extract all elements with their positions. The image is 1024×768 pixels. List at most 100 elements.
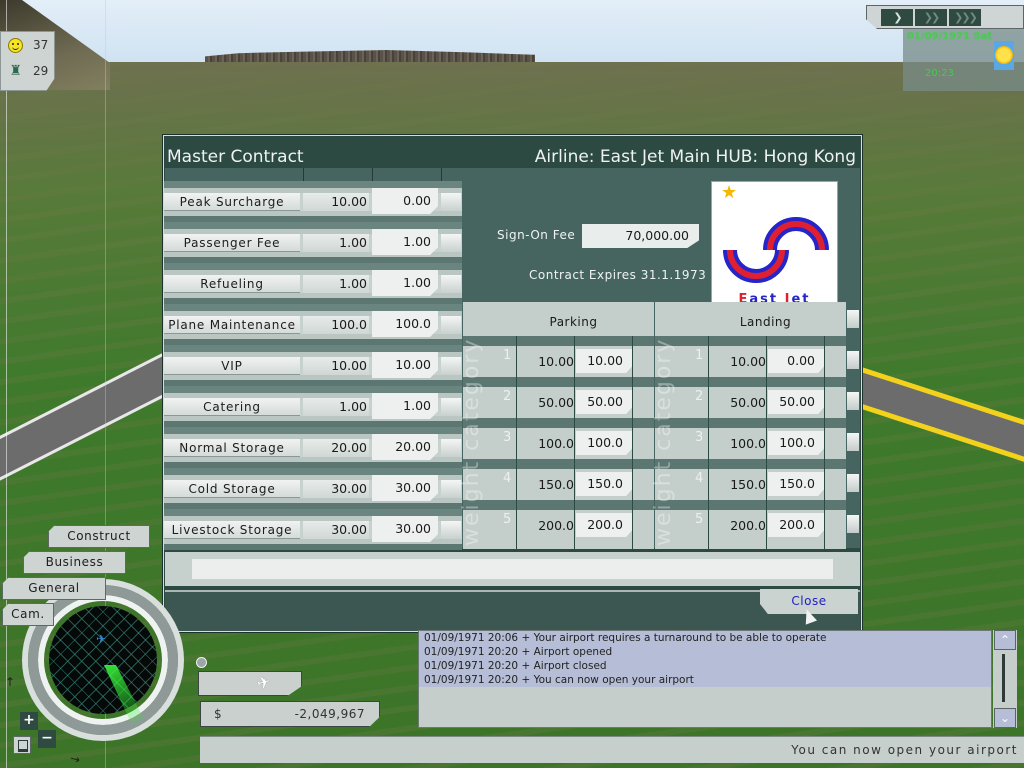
tab-business[interactable]: Business bbox=[23, 551, 126, 574]
message-bar bbox=[165, 552, 860, 586]
landing-rate-row: 3 100.0 100.0 bbox=[655, 418, 846, 459]
log-entry: 01/09/1971 20:20 + Airport opened bbox=[424, 646, 613, 658]
fee-label-button[interactable]: Peak Surcharge bbox=[164, 193, 300, 211]
fee-row: Refueling 1.00 1.00 bbox=[164, 263, 462, 304]
fee-adjust-button[interactable] bbox=[441, 521, 461, 539]
tab-general[interactable]: General bbox=[2, 577, 106, 600]
fee-label-button[interactable]: Plane Maintenance bbox=[164, 316, 300, 334]
airport-marker-icon: ✈ bbox=[96, 632, 107, 646]
scroll-up-button[interactable]: ⌃ bbox=[994, 630, 1016, 650]
landing-rate-row: 1 10.00 0.00 bbox=[655, 336, 846, 377]
weight-category-number: 3 bbox=[695, 430, 704, 445]
fee-adjust-button[interactable] bbox=[441, 398, 461, 416]
log-scrollbar[interactable]: ⌃ ⌄ bbox=[993, 630, 1017, 728]
landing-rate-input[interactable]: 150.0 bbox=[768, 472, 825, 496]
grid-line bbox=[6, 0, 7, 768]
fee-row: Normal Storage 20.00 20.00 bbox=[164, 427, 462, 468]
fee-input[interactable]: 30.00 bbox=[372, 475, 438, 501]
row-scroll-tab[interactable] bbox=[847, 351, 859, 369]
parking-rate-input[interactable]: 150.0 bbox=[576, 472, 633, 496]
weight-category-number: 1 bbox=[503, 348, 512, 363]
zoom-in-button[interactable]: + bbox=[20, 712, 38, 730]
sign-on-fee-label: Sign-On Fee bbox=[497, 228, 576, 242]
dialog-title: Master Contract bbox=[167, 147, 304, 167]
parking-default-value: 10.00 bbox=[538, 354, 574, 369]
parking-rate-input[interactable]: 50.00 bbox=[576, 390, 633, 414]
parking-rate-row: 5 200.0 200.0 bbox=[463, 500, 654, 541]
tower-value: 29 bbox=[33, 64, 49, 78]
fee-label-button[interactable]: Refueling bbox=[164, 275, 300, 293]
weight-category-number: 4 bbox=[503, 471, 512, 486]
landing-rate-input[interactable]: 0.00 bbox=[768, 349, 825, 373]
fee-adjust-button[interactable] bbox=[441, 439, 461, 457]
fee-input[interactable]: 30.00 bbox=[372, 516, 438, 542]
weight-category-number: 2 bbox=[503, 389, 512, 404]
game-date: 01/09/1971 Sat bbox=[907, 31, 993, 42]
scroll-down-button[interactable]: ⌄ bbox=[994, 708, 1016, 728]
tab-construct[interactable]: Construct bbox=[48, 525, 150, 548]
parking-default-value: 50.00 bbox=[538, 395, 574, 410]
tower-stat: ♜ 29 bbox=[1, 58, 54, 84]
speed-normal-button[interactable]: ❯ bbox=[881, 9, 913, 26]
fee-adjust-button[interactable] bbox=[441, 275, 461, 293]
sign-on-fee-input[interactable]: 70,000.00 bbox=[582, 224, 699, 248]
rotate-up-arrow-icon[interactable]: ↑ bbox=[5, 675, 15, 689]
zoom-out-button[interactable]: − bbox=[38, 730, 56, 748]
view-mode-button[interactable] bbox=[13, 736, 31, 754]
parking-rate-row: 1 10.00 10.00 bbox=[463, 336, 654, 377]
satisfaction-value: 37 bbox=[33, 38, 49, 52]
fee-adjust-button[interactable] bbox=[441, 480, 461, 498]
slider-knob[interactable] bbox=[196, 657, 207, 668]
fee-adjust-button[interactable] bbox=[441, 316, 461, 334]
row-scroll-tab[interactable] bbox=[847, 392, 859, 410]
log-entry: 01/09/1971 20:20 + You can now open your… bbox=[424, 674, 694, 686]
fee-row: Plane Maintenance 100.0 100.0 bbox=[164, 304, 462, 345]
fee-row: Catering 1.00 1.00 bbox=[164, 386, 462, 427]
row-scroll-tab[interactable] bbox=[847, 474, 859, 492]
fee-label-button[interactable]: VIP bbox=[164, 357, 300, 375]
airline-hub-header: Airline: East Jet Main HUB: Hong Kong bbox=[534, 147, 856, 167]
fee-label-button[interactable]: Livestock Storage bbox=[164, 521, 300, 539]
fee-adjust-button[interactable] bbox=[441, 234, 461, 252]
speed-fast-button[interactable]: ❯❯ bbox=[915, 9, 947, 26]
fee-default-value: 20.00 bbox=[303, 439, 369, 457]
weight-category-number: 4 bbox=[695, 471, 704, 486]
parking-rates-panel: Parking 1 10.00 10.00 2 50.00 50.00 3 100.0 100.… bbox=[459, 302, 654, 549]
fee-label-button[interactable]: Passenger Fee bbox=[164, 234, 300, 252]
clock-panel: 01/09/1971 Sat 20:23 bbox=[903, 29, 1024, 91]
fee-label-button[interactable]: Cold Storage bbox=[164, 480, 300, 498]
row-scroll-tab[interactable] bbox=[847, 433, 859, 451]
currency-symbol: $ bbox=[214, 707, 222, 721]
fee-label-button[interactable]: Catering bbox=[164, 398, 300, 416]
tab-camera[interactable]: Cam. bbox=[2, 603, 54, 626]
fee-input[interactable]: 1.00 bbox=[372, 229, 438, 255]
parking-rate-input[interactable]: 200.0 bbox=[576, 513, 633, 537]
fee-input[interactable]: 100.0 bbox=[372, 311, 438, 337]
radar-minimap[interactable] bbox=[49, 606, 157, 714]
fee-input[interactable]: 1.00 bbox=[372, 393, 438, 419]
log-entry: 01/09/1971 20:20 + Airport closed bbox=[424, 660, 607, 672]
weight-category-label: weight category bbox=[459, 337, 484, 546]
flight-info-box[interactable]: ✈ bbox=[198, 671, 302, 696]
landing-rates-panel: Landing 1 10.00 0.00 2 50.00 50.00 3 100.0 100.0… bbox=[651, 302, 846, 549]
scroll-thumb[interactable] bbox=[1002, 654, 1005, 702]
landing-rate-input[interactable]: 200.0 bbox=[768, 513, 825, 537]
column-divider bbox=[824, 336, 825, 549]
fee-input[interactable]: 1.00 bbox=[372, 270, 438, 296]
row-scroll-tab[interactable] bbox=[847, 310, 859, 328]
parking-rate-input[interactable]: 10.00 bbox=[576, 349, 633, 373]
fee-input[interactable]: 10.00 bbox=[372, 352, 438, 378]
landing-rate-input[interactable]: 100.0 bbox=[768, 431, 825, 455]
fee-adjust-button[interactable] bbox=[441, 357, 461, 375]
row-scroll-tab[interactable] bbox=[847, 515, 859, 533]
fee-default-value: 30.00 bbox=[303, 480, 369, 498]
landing-rate-input[interactable]: 50.00 bbox=[768, 390, 825, 414]
parking-rate-input[interactable]: 100.0 bbox=[576, 431, 633, 455]
fee-input[interactable]: 0.00 bbox=[372, 188, 438, 214]
fee-input[interactable]: 20.00 bbox=[372, 434, 438, 460]
speed-fastest-button[interactable]: ❯❯❯ bbox=[949, 9, 981, 26]
balance-value: -2,049,967 bbox=[294, 707, 365, 721]
fee-adjust-button[interactable] bbox=[441, 193, 461, 211]
landing-default-value: 100.0 bbox=[730, 436, 766, 451]
fee-label-button[interactable]: Normal Storage bbox=[164, 439, 300, 457]
